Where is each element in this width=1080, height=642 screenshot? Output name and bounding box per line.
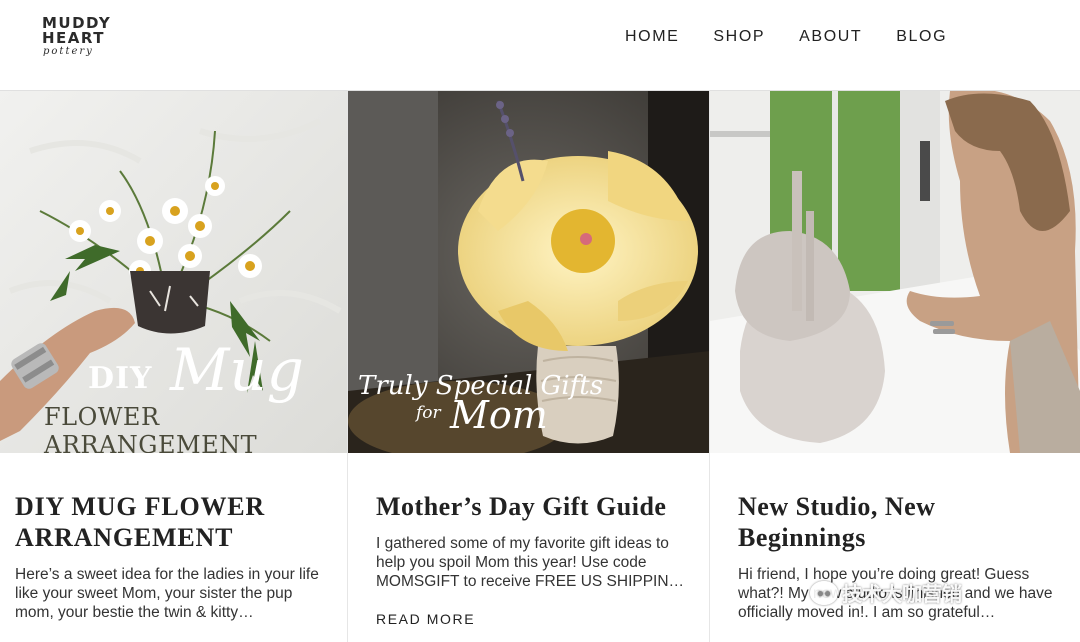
blog-post-grid: Mug DIY FLOWER ARRANGEMENT DIY MUG FLOWE… [0,90,1080,642]
read-more-link[interactable]: READ MORE [376,611,475,627]
watermark: ●● 技术大咖营销 [810,578,962,607]
site-logo[interactable]: MUDDY HEART pottery [42,16,132,62]
nav-about[interactable]: ABOUT [799,28,862,46]
post-excerpt: Here’s a sweet idea for the ladies in yo… [15,566,319,621]
wechat-icon: ●● [810,580,838,605]
post-title[interactable]: Mother’s Day Gift Guide [376,491,693,522]
post-title[interactable]: New Studio, New Beginnings [738,491,1064,553]
post-image-new-studio[interactable] [710,90,1080,453]
main-nav: HOME SHOP ABOUT BLOG [625,28,981,46]
post-excerpt: I gathered some of my favorite gift idea… [376,535,685,590]
post-card-mothers-day: Truly Special Gifts for Mom Mother’s Day… [348,90,710,642]
post-image-mothers-day[interactable]: Truly Special Gifts for Mom [348,90,709,453]
post-card-diy-mug: Mug DIY FLOWER ARRANGEMENT DIY MUG FLOWE… [0,90,348,642]
watermark-text: 技术大咖营销 [842,584,962,606]
post-card-new-studio: New Studio, New Beginnings Hi friend, I … [710,90,1080,642]
nav-shop[interactable]: SHOP [713,28,765,46]
nav-blog[interactable]: BLOG [896,28,947,46]
studio-potter-photo [710,91,1080,453]
site-header: MUDDY HEART pottery HOME SHOP ABOUT BLOG [0,0,1080,90]
post-body: DIY MUG FLOWER ARRANGEMENT Here’s a swee… [0,453,347,622]
overlay-mug-text: Mug [170,336,304,404]
overlay-for-text: for [416,403,441,423]
overlay-flower-arrangement-text: FLOWER ARRANGEMENT [44,403,258,453]
logo-line-3: pottery [43,46,94,57]
post-body: Mother’s Day Gift Guide I gathered some … [348,453,709,629]
logo-line-2: HEART [42,29,106,47]
overlay-mom-text: Mom [450,393,548,437]
post-title[interactable]: DIY MUG FLOWER ARRANGEMENT [15,491,332,553]
nav-home[interactable]: HOME [625,28,679,46]
post-image-diy-mug[interactable]: Mug DIY FLOWER ARRANGEMENT [0,90,347,453]
overlay-diy-text: DIY [88,361,153,396]
